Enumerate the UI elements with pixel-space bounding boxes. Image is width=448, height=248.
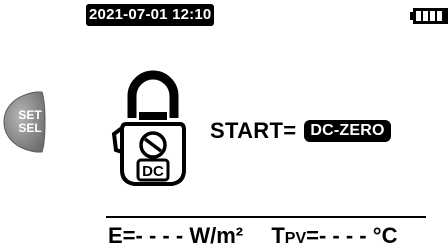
start-label: START= bbox=[210, 118, 297, 143]
mode-icon-label: DC bbox=[142, 163, 164, 180]
irradiance-value: - - - - bbox=[135, 223, 184, 248]
meter-ui: SET SEL 2021-07-01 12:10 DC START= DC-ZE… bbox=[0, 0, 448, 248]
divider bbox=[106, 216, 426, 218]
set-sel-button[interactable]: SET SEL bbox=[2, 90, 48, 154]
tpv-label: T bbox=[271, 223, 285, 248]
tpv-value: - - - - bbox=[318, 223, 367, 248]
irradiance-unit: W/m² bbox=[189, 223, 244, 248]
datetime-display: 2021-07-01 12:10 bbox=[86, 4, 215, 26]
measurement-status: E=- - - - W/m² TPV=- - - - °C bbox=[108, 224, 397, 248]
sel-label: SEL bbox=[18, 121, 41, 135]
tpv-subscript: PV bbox=[284, 230, 307, 247]
irradiance-label: E= bbox=[108, 223, 136, 248]
clamp-meter-dc-icon: DC bbox=[111, 70, 186, 186]
lcd-screen: 2021-07-01 12:10 DC START= DC-ZERO E=- -… bbox=[86, 0, 448, 248]
tpv-equals: = bbox=[306, 223, 319, 248]
set-label: SET bbox=[18, 108, 42, 122]
tpv-unit: °C bbox=[372, 223, 398, 248]
start-setting[interactable]: START= DC-ZERO bbox=[210, 118, 391, 144]
start-value-badge: DC-ZERO bbox=[304, 120, 391, 142]
battery-full-icon bbox=[410, 8, 448, 24]
